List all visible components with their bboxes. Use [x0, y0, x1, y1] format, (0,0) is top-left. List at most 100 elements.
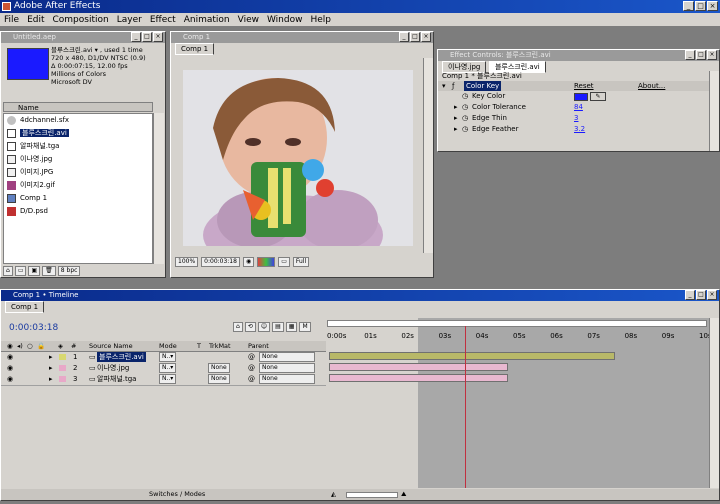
motion-blur-icon[interactable]: ▦ [285, 322, 298, 332]
project-item[interactable]: Comp 1 [4, 192, 152, 205]
comp-maximize-button[interactable]: □ [410, 32, 420, 42]
effects-maximize-button[interactable]: □ [696, 50, 706, 60]
expand-triangle-icon[interactable]: ▸ [49, 363, 53, 373]
expand-triangle-icon[interactable]: ▸ [49, 374, 53, 384]
comp-minimize-button[interactable]: _ [399, 32, 409, 42]
fx-icon[interactable]: ƒ [452, 81, 454, 91]
layer-duration-bar[interactable] [329, 374, 508, 382]
time-ruler[interactable]: 0:00s 01s 02s 03s 04s 05s 06s 07s 08s 09s 10s [327, 332, 712, 342]
menu-layer[interactable]: Layer [113, 15, 146, 25]
trkmat-dropdown[interactable]: None [208, 374, 230, 384]
expand-triangle-icon[interactable]: ▸ [454, 124, 458, 135]
comp-tab[interactable]: Comp 1 [175, 43, 215, 55]
project-item[interactable]: 이나영.jpg [4, 153, 152, 166]
project-item[interactable]: 알파채널.tga [4, 140, 152, 153]
time-navigator[interactable] [327, 320, 707, 327]
rgb-channels-icon[interactable] [257, 257, 276, 267]
comp-flowchart-icon[interactable]: ⌂ [233, 322, 243, 332]
comp-viewer[interactable] [183, 70, 413, 275]
visibility-eye-icon[interactable]: ◉ [7, 374, 13, 384]
reset-link[interactable]: Reset [574, 81, 594, 91]
name-column-header[interactable]: Name [3, 102, 153, 112]
color-key-effect-header[interactable]: ▾ ƒ Color Key Reset About... [438, 81, 719, 91]
stopwatch-icon[interactable]: ◷ [462, 102, 468, 113]
project-item[interactable]: 이미지.JPG [4, 166, 152, 179]
parent-dropdown[interactable]: None [259, 352, 315, 362]
layer-row[interactable]: ◉ ▸ 3 ▭ 알파채널.tga N..▾ None @ None [1, 374, 326, 384]
layer-row[interactable]: ◉ ▸ 2 ▭ 이나영.jpg N..▾ None @ None [1, 363, 326, 373]
edge-thin-value[interactable]: 3 [574, 113, 578, 124]
timeline-maximize-button[interactable]: □ [696, 290, 706, 300]
expand-triangle-icon[interactable]: ▸ [454, 102, 458, 113]
bpc-button[interactable]: 8 bpc [57, 266, 81, 276]
expand-triangle-icon[interactable]: ▸ [454, 113, 458, 124]
project-maximize-button[interactable]: □ [142, 32, 152, 42]
menu-edit[interactable]: Edit [23, 15, 48, 25]
rewind-icon[interactable]: ⟲ [244, 322, 256, 332]
camera-icon[interactable]: ◉ [242, 257, 255, 267]
resolution-dropdown[interactable]: Full [292, 257, 310, 267]
expand-triangle-icon[interactable]: ▸ [49, 352, 53, 362]
current-time-indicator[interactable] [464, 326, 466, 488]
project-close-button[interactable]: × [153, 32, 163, 42]
menu-composition[interactable]: Composition [49, 15, 113, 25]
expand-triangle-icon[interactable]: ▾ [442, 81, 446, 91]
effects-scrollbar[interactable] [709, 71, 719, 151]
layer-duration-bar[interactable] [329, 363, 508, 371]
about-link[interactable]: About... [638, 81, 665, 91]
project-minimize-button[interactable]: _ [131, 32, 141, 42]
comp-timecode[interactable]: 0:00:03:18 [201, 257, 240, 267]
zoom-dropdown[interactable]: 100% [175, 257, 199, 267]
time-graph[interactable]: 0:00s 01s 02s 03s 04s 05s 06s 07s 08s 09s 10s [327, 318, 712, 488]
layer-color-label[interactable] [59, 365, 66, 371]
close-button[interactable]: × [707, 1, 718, 11]
trkmat-dropdown[interactable]: None [208, 363, 230, 373]
project-item[interactable]: 4dchannel.sfx [4, 114, 152, 127]
pickwhip-icon[interactable]: @ [248, 363, 255, 373]
menu-view[interactable]: View [234, 15, 263, 25]
stopwatch-icon[interactable]: ◷ [462, 113, 468, 124]
mode-dropdown[interactable]: N..▾ [159, 363, 177, 373]
pickwhip-icon[interactable]: @ [248, 374, 255, 384]
timeline-tab[interactable]: Comp 1 [5, 301, 45, 313]
edge-feather-value[interactable]: 3.2 [574, 124, 585, 135]
flowchart-icon[interactable]: ⌂ [3, 266, 13, 276]
zoom-in-icon[interactable]: ⛰ [401, 489, 406, 500]
zoom-slider[interactable] [346, 492, 398, 498]
project-item[interactable]: D/D.psd [4, 205, 152, 218]
comp-close-button[interactable]: × [421, 32, 431, 42]
project-item[interactable]: 블루스크린.avi [4, 127, 152, 140]
stopwatch-icon[interactable]: ◷ [462, 91, 468, 102]
layer-row[interactable]: ◉ ▸ 1 ▭ 블루스크린.avi N..▾ @ None [1, 352, 326, 362]
stopwatch-icon[interactable]: ◷ [462, 124, 468, 135]
pickwhip-icon[interactable]: @ [248, 352, 255, 362]
frame-blend-icon[interactable]: ▤ [272, 322, 284, 332]
project-item[interactable]: 이미지2.gif [4, 179, 152, 192]
trash-icon[interactable]: 🗑 [42, 266, 56, 276]
timeline-timecode[interactable]: 0:00:03:18 [9, 323, 58, 333]
new-folder-icon[interactable]: ▭ [14, 266, 27, 276]
layer-color-label[interactable] [59, 354, 66, 360]
region-icon[interactable]: ▭ [278, 257, 290, 267]
mode-dropdown[interactable]: N..▾ [159, 352, 177, 362]
key-color-swatch[interactable] [574, 93, 588, 101]
new-comp-icon[interactable]: ▣ [28, 266, 41, 276]
effects-minimize-button[interactable]: _ [685, 50, 695, 60]
mask-icon[interactable]: M [299, 322, 311, 332]
minimize-button[interactable]: _ [683, 1, 694, 11]
effects-close-button[interactable]: × [707, 50, 717, 60]
parent-dropdown[interactable]: None [259, 374, 315, 384]
project-scrollbar[interactable] [153, 113, 164, 264]
zoom-out-icon[interactable]: ◭ [331, 489, 336, 500]
menu-file[interactable]: File [0, 15, 23, 25]
timeline-scrollbar[interactable] [709, 318, 719, 488]
color-tolerance-value[interactable]: 84 [574, 102, 583, 113]
menu-effect[interactable]: Effect [146, 15, 180, 25]
timeline-minimize-button[interactable]: _ [685, 290, 695, 300]
timeline-close-button[interactable]: × [707, 290, 717, 300]
visibility-eye-icon[interactable]: ◉ [7, 363, 13, 373]
menu-animation[interactable]: Animation [180, 15, 234, 25]
switches-modes-toggle[interactable]: Switches / Modes [149, 489, 205, 500]
comp-scrollbar[interactable] [423, 58, 433, 253]
visibility-eye-icon[interactable]: ◉ [7, 352, 13, 362]
